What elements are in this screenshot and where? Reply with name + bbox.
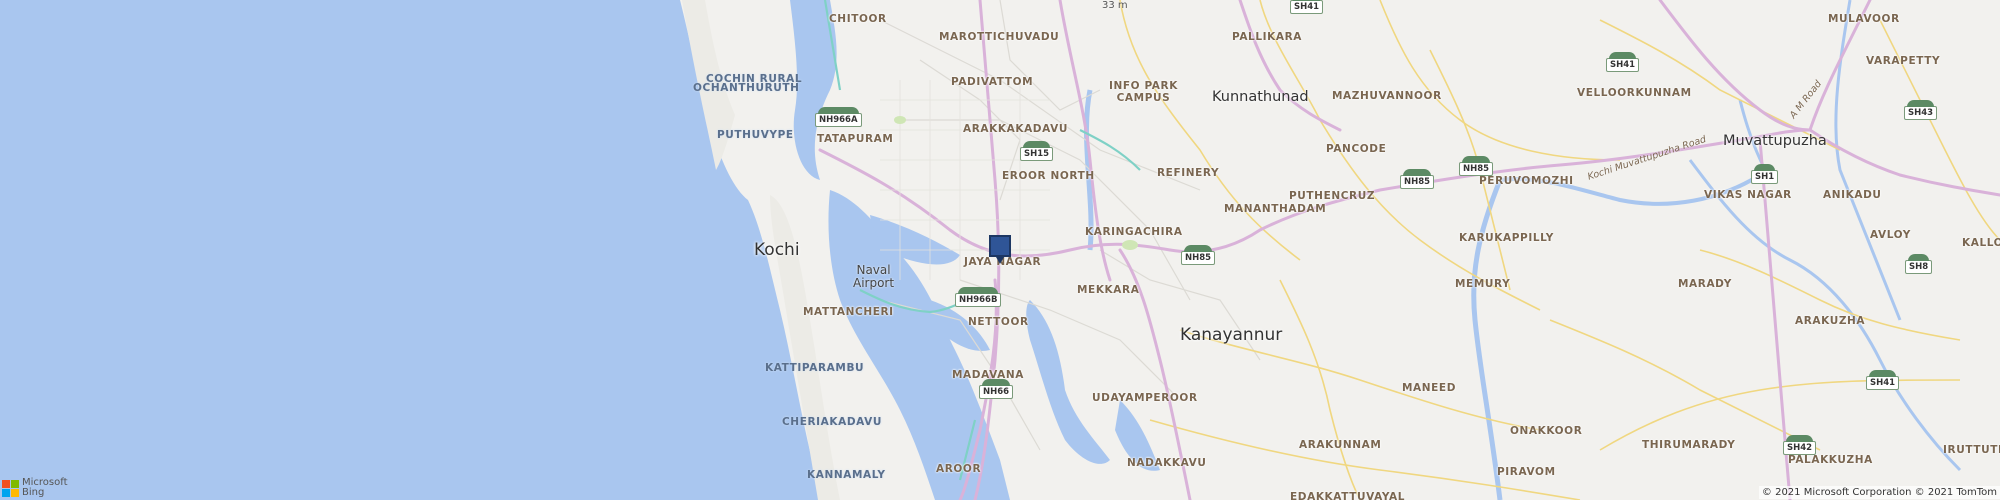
place-memury: MEMURY: [1455, 278, 1511, 290]
place-refinery: REFINERY: [1157, 167, 1220, 179]
map-view[interactable]: Kochi Naval Airport Kunnathunad Kanayann…: [0, 0, 2000, 500]
place-kanayannur: Kanayannur: [1180, 325, 1283, 345]
shield-nh85-c: NH85: [1181, 245, 1216, 265]
place-arakunnam: ARAKUNNAM: [1299, 439, 1382, 451]
place-mekkara: MEKKARA: [1077, 284, 1140, 296]
place-palakkuzha: PALAKKUZHA: [1788, 454, 1873, 466]
place-kalloorkad: KALLOORKAD: [1962, 237, 2000, 249]
shield-sh41-bottom: SH41: [1866, 370, 1900, 390]
place-pallikara: PALLIKARA: [1232, 31, 1303, 43]
place-arakuzha: ARAKUZHA: [1795, 315, 1866, 327]
place-kunnathunad: Kunnathunad: [1212, 89, 1309, 105]
place-onakkoor: ONAKKOOR: [1510, 425, 1583, 437]
place-cheriakadavu: CHERIAKADAVU: [782, 416, 883, 428]
shield-nh85-b: NH85: [1459, 156, 1494, 176]
place-kochi: Kochi: [754, 240, 800, 260]
place-info-park-campus: INFO PARK CAMPUS: [1109, 80, 1178, 104]
place-aroor: AROOR: [936, 463, 982, 475]
place-chitoor: CHITOOR: [829, 13, 887, 25]
shield-nh85-a: NH85: [1400, 169, 1435, 189]
place-arakkakadavu: ARAKKAKADAVU: [963, 123, 1068, 135]
place-mattancheri: MATTANCHERI: [803, 306, 894, 318]
place-mananthadam: MANANTHADAM: [1224, 203, 1327, 215]
place-kannamaly: KANNAMALY: [807, 469, 886, 481]
place-karukappilly: KARUKAPPILLY: [1459, 232, 1554, 244]
place-nettoor: NETTOOR: [968, 316, 1029, 328]
place-maneed: MANEED: [1402, 382, 1457, 394]
place-karingachira: KARINGACHIRA: [1085, 226, 1183, 238]
shield-sh42: SH42: [1783, 435, 1817, 455]
place-puthencruz: PUTHENCRUZ: [1289, 190, 1376, 202]
shield-nh66: NH66: [979, 379, 1014, 399]
place-thirumarady: THIRUMARADY: [1642, 439, 1736, 451]
place-marady: MARADY: [1678, 278, 1732, 290]
place-mulavoor: MULAVOOR: [1828, 13, 1900, 25]
location-pin[interactable]: [989, 235, 1011, 264]
place-udayamperoor: UDAYAMPEROOR: [1092, 392, 1198, 404]
shield-sh41-top: SH41: [1290, 0, 1324, 14]
shield-sh1: SH1: [1751, 164, 1779, 184]
place-muvattupuzha: Muvattupuzha: [1723, 133, 1827, 149]
place-padivattom: PADIVATTOM: [951, 76, 1034, 88]
place-nadakkavu: NADAKKAVU: [1127, 457, 1207, 469]
place-eroor-north: EROOR NORTH: [1002, 170, 1095, 182]
place-piravom: PIRAVOM: [1497, 466, 1556, 478]
shield-sh15: SH15: [1020, 141, 1054, 161]
shield-nh966a: NH966A: [815, 107, 862, 127]
place-anikadu: ANIKADU: [1823, 189, 1882, 201]
place-ochanthuruth: OCHANTHURUTH: [693, 82, 800, 94]
place-marottichuvadu: MAROTTICHUVADU: [939, 31, 1060, 43]
shield-sh43: SH43: [1904, 100, 1938, 120]
place-avloy: AVLOY: [1870, 229, 1912, 241]
brand-bing: Bing: [22, 487, 45, 498]
place-varapetty: VARAPETTY: [1866, 55, 1941, 67]
shield-sh41-right: SH41: [1606, 52, 1640, 72]
place-peruvomozhi: PERUVOMOZHI: [1479, 175, 1574, 187]
place-vikas-nagar: VIKAS NAGAR: [1704, 189, 1792, 201]
copyright-notice: © 2021 Microsoft Corporation © 2021 TomT…: [1758, 486, 2000, 499]
place-pancode: PANCODE: [1326, 143, 1387, 155]
elevation-label: 33 m: [1102, 0, 1128, 11]
shield-nh966b: NH966B: [955, 287, 1002, 307]
place-mazhuvannoor: MAZHUVANNOOR: [1332, 90, 1442, 102]
bing-brand[interactable]: Microsoft Bing: [2, 478, 68, 498]
place-edakkattuvayal: EDAKKATTUVAYAL: [1290, 491, 1406, 500]
place-kattiparambu: KATTIPARAMBU: [765, 362, 865, 374]
microsoft-logo-icon: [2, 479, 19, 497]
place-naval-airport: Naval Airport: [853, 263, 895, 290]
shield-sh8: SH8: [1905, 254, 1933, 274]
place-puthuvype: PUTHUVYPE: [717, 129, 794, 141]
place-tatapuram: TATAPURAM: [817, 133, 894, 145]
place-iruttuthara: IRUTTUTH: [1943, 444, 2000, 456]
place-velloorkunnam: VELLOORKUNNAM: [1577, 87, 1692, 99]
